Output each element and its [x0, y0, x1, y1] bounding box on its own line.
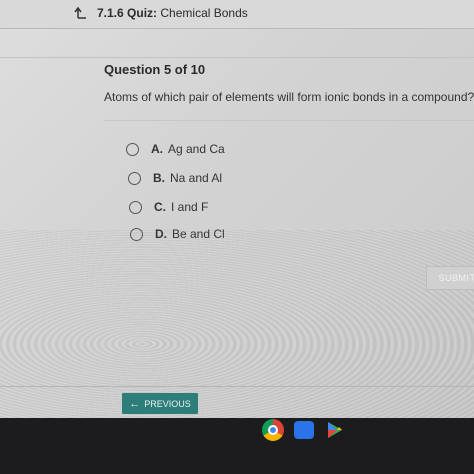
- option-d[interactable]: D. Be and Cl: [130, 227, 225, 241]
- option-letter: D.: [155, 227, 167, 241]
- radio-button-d[interactable]: [130, 227, 143, 241]
- files-icon[interactable]: [294, 421, 314, 439]
- option-c[interactable]: C. I and F: [129, 200, 208, 214]
- taskbar: [0, 418, 474, 474]
- option-text: I and F: [171, 200, 209, 214]
- footer-divider: [0, 386, 474, 387]
- option-text: Na and Al: [170, 171, 223, 185]
- option-text: Ag and Ca: [168, 142, 225, 156]
- radio-button-c[interactable]: [129, 200, 142, 214]
- play-store-icon[interactable]: [324, 419, 346, 441]
- option-b[interactable]: B. Na and Al: [128, 171, 222, 185]
- option-a[interactable]: A. Ag and Ca: [126, 142, 225, 156]
- radio-button-b[interactable]: [128, 171, 141, 185]
- question-number: Question 5 of 10: [104, 62, 206, 77]
- previous-label: PREVIOUS: [144, 398, 191, 409]
- left-arrow-icon: ←: [129, 397, 141, 410]
- quiz-name: Chemical Bonds: [160, 6, 248, 20]
- question-divider: [104, 120, 474, 121]
- quiz-title: 7.1.6 Quiz: Chemical Bonds: [97, 6, 248, 20]
- option-letter: B.: [153, 171, 165, 185]
- quiz-number: 7.1.6: [97, 6, 124, 20]
- radio-button-a[interactable]: [126, 142, 139, 156]
- quiz-screen: 7.1.6 Quiz: Chemical Bonds Question 5 of…: [0, 0, 474, 418]
- header-divider: [0, 57, 474, 58]
- chrome-icon[interactable]: [262, 419, 284, 441]
- return-arrow-icon[interactable]: [74, 6, 88, 20]
- question-text: Atoms of which pair of elements will for…: [104, 90, 474, 104]
- option-letter: A.: [151, 142, 163, 156]
- screen-moire: [0, 230, 474, 418]
- submit-button[interactable]: SUBMIT: [426, 266, 474, 290]
- top-bar: 7.1.6 Quiz: Chemical Bonds: [0, 0, 474, 29]
- app-shelf: [262, 419, 346, 441]
- quiz-label: Quiz:: [127, 6, 158, 20]
- option-text: Be and Cl: [172, 227, 225, 241]
- option-letter: C.: [154, 200, 166, 214]
- previous-button[interactable]: ← PREVIOUS: [122, 393, 198, 414]
